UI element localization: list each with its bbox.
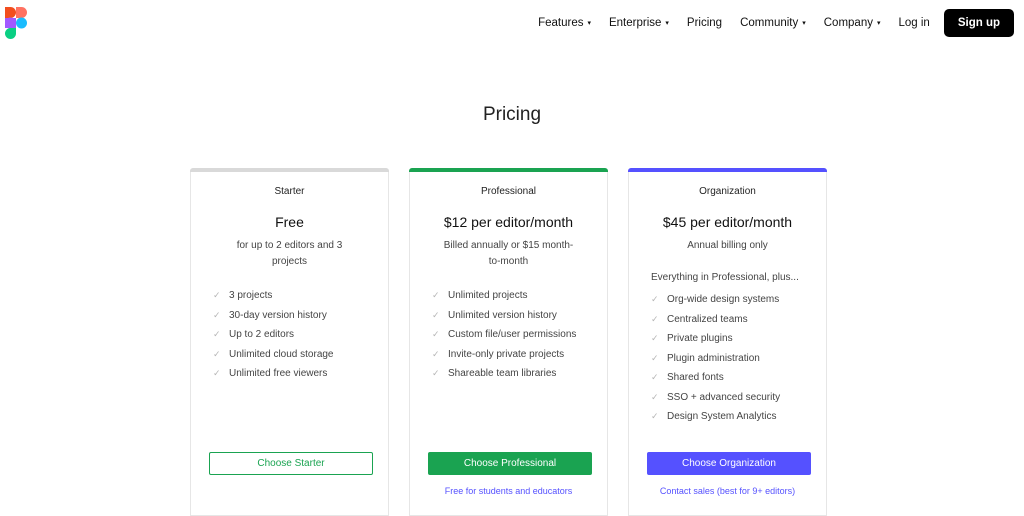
plan-card-organization: Organization $45 per editor/month Annual… bbox=[628, 168, 827, 516]
chevron-down-icon: ▾ bbox=[587, 20, 591, 27]
nav-features-label: Features bbox=[538, 17, 584, 29]
nav-enterprise-label: Enterprise bbox=[608, 17, 662, 29]
list-item: ✓ 3 projects bbox=[213, 286, 334, 306]
nav-enterprise[interactable]: Enterprise ▾ bbox=[609, 17, 669, 29]
check-icon: ✓ bbox=[213, 309, 221, 320]
nav-features[interactable]: Features ▾ bbox=[538, 17, 591, 29]
login-link[interactable]: Log in bbox=[898, 17, 929, 29]
figma-logo-icon[interactable] bbox=[5, 7, 27, 39]
list-item: ✓ Unlimited free viewers bbox=[213, 364, 334, 384]
list-item: ✓ Design System Analytics bbox=[651, 407, 780, 427]
plan-intro: Everything in Professional, plus... bbox=[651, 272, 799, 283]
plan-subtitle: Billed annually or $15 month-to-month bbox=[443, 240, 574, 267]
feature-label: Unlimited projects bbox=[448, 290, 528, 302]
feature-label: Private plugins bbox=[667, 333, 733, 345]
choose-professional-button[interactable]: Choose Professional bbox=[428, 452, 592, 475]
choose-organization-button[interactable]: Choose Organization bbox=[647, 452, 811, 475]
plan-price: $45 per editor/month bbox=[662, 214, 793, 230]
plan-price: Free bbox=[275, 214, 304, 230]
check-icon: ✓ bbox=[213, 290, 221, 301]
nav-company-label: Company bbox=[823, 17, 873, 29]
nav-community[interactable]: Community ▾ bbox=[740, 17, 806, 29]
list-item: ✓ Unlimited version history bbox=[432, 306, 576, 326]
site-header: Features ▾ Enterprise ▾ Pricing Communit… bbox=[0, 0, 1024, 44]
signup-button[interactable]: Sign up bbox=[943, 9, 1014, 37]
check-icon: ✓ bbox=[651, 333, 659, 344]
check-icon: ✓ bbox=[432, 329, 440, 340]
chevron-down-icon: ▾ bbox=[802, 20, 806, 27]
list-item: ✓ Private plugins bbox=[651, 329, 780, 349]
check-icon: ✓ bbox=[651, 313, 659, 324]
list-item: ✓ 30-day version history bbox=[213, 306, 334, 326]
list-item: ✓ Plugin administration bbox=[651, 349, 780, 369]
feature-label: Custom file/user permissions bbox=[448, 329, 577, 341]
feature-list: ✓ Unlimited projects ✓ Unlimited version h… bbox=[432, 286, 576, 384]
plan-name: Organization bbox=[699, 186, 756, 197]
check-icon: ✓ bbox=[651, 372, 659, 383]
feature-list: ✓ Org-wide design systems ✓ Centralized te… bbox=[651, 290, 780, 427]
list-item: ✓ Up to 2 editors bbox=[213, 325, 334, 345]
check-icon: ✓ bbox=[432, 290, 440, 301]
feature-label: Unlimited version history bbox=[448, 309, 557, 321]
plan-accent-bar bbox=[409, 168, 608, 172]
plan-accent-bar bbox=[628, 168, 827, 172]
check-icon: ✓ bbox=[651, 391, 659, 402]
feature-label: Plugin administration bbox=[667, 352, 760, 364]
plan-price: $12 per editor/month bbox=[443, 214, 574, 230]
feature-label: SSO + advanced security bbox=[667, 391, 781, 403]
chevron-down-icon: ▾ bbox=[876, 20, 881, 27]
plan-name: Professional bbox=[480, 186, 537, 197]
feature-label: 3 projects bbox=[229, 290, 273, 302]
nav-company[interactable]: Company ▾ bbox=[824, 17, 881, 29]
plan-subtitle: for up to 2 editors and 3 projects bbox=[236, 240, 343, 267]
list-item: ✓ Unlimited cloud storage bbox=[213, 345, 334, 365]
main-nav: Features ▾ Enterprise ▾ Pricing Communit… bbox=[520, 9, 1014, 37]
check-icon: ✓ bbox=[432, 309, 440, 320]
plan-name: Starter bbox=[274, 186, 305, 197]
plan-card-professional: Professional $12 per editor/month Billed… bbox=[409, 168, 608, 516]
page-title: Pricing bbox=[482, 104, 542, 125]
check-icon: ✓ bbox=[651, 294, 659, 305]
nav-pricing[interactable]: Pricing bbox=[687, 17, 722, 29]
feature-label: Unlimited cloud storage bbox=[229, 348, 334, 360]
list-item: ✓ Custom file/user permissions bbox=[432, 325, 576, 345]
list-item: ✓ Shared fonts bbox=[651, 368, 780, 388]
students-educators-link[interactable]: Free for students and educators bbox=[410, 486, 607, 496]
feature-label: Shared fonts bbox=[667, 372, 724, 384]
check-icon: ✓ bbox=[651, 352, 659, 363]
plan-accent-bar bbox=[190, 168, 389, 172]
feature-label: Design System Analytics bbox=[667, 411, 777, 423]
choose-starter-button[interactable]: Choose Starter bbox=[209, 452, 373, 475]
contact-sales-link[interactable]: Contact sales (best for 9+ editors) bbox=[629, 486, 826, 496]
plan-card-starter: Starter Free for up to 2 editors and 3 p… bbox=[190, 168, 389, 516]
feature-label: 30-day version history bbox=[229, 309, 327, 321]
list-item: ✓ Org-wide design systems bbox=[651, 290, 780, 310]
chevron-down-icon: ▾ bbox=[665, 20, 669, 27]
list-item: ✓ SSO + advanced security bbox=[651, 388, 780, 408]
nav-pricing-label: Pricing bbox=[686, 17, 723, 29]
feature-label: Up to 2 editors bbox=[229, 329, 295, 341]
feature-label: Invite-only private projects bbox=[448, 348, 565, 360]
feature-list: ✓ 3 projects ✓ 30-day version history ✓ Up … bbox=[213, 286, 334, 384]
feature-label: Shareable team libraries bbox=[448, 368, 557, 380]
list-item: ✓ Unlimited projects bbox=[432, 286, 576, 306]
check-icon: ✓ bbox=[651, 411, 659, 422]
check-icon: ✓ bbox=[213, 368, 221, 379]
feature-label: Centralized teams bbox=[667, 313, 748, 325]
check-icon: ✓ bbox=[213, 329, 221, 340]
list-item: ✓ Shareable team libraries bbox=[432, 364, 576, 384]
check-icon: ✓ bbox=[432, 348, 440, 359]
plan-subtitle: Annual billing only bbox=[687, 240, 768, 251]
list-item: ✓ Centralized teams bbox=[651, 310, 780, 330]
nav-community-label: Community bbox=[740, 17, 799, 29]
check-icon: ✓ bbox=[432, 368, 440, 379]
feature-label: Unlimited free viewers bbox=[229, 368, 328, 380]
feature-label: Org-wide design systems bbox=[667, 294, 780, 306]
list-item: ✓ Invite-only private projects bbox=[432, 345, 576, 365]
check-icon: ✓ bbox=[213, 348, 221, 359]
